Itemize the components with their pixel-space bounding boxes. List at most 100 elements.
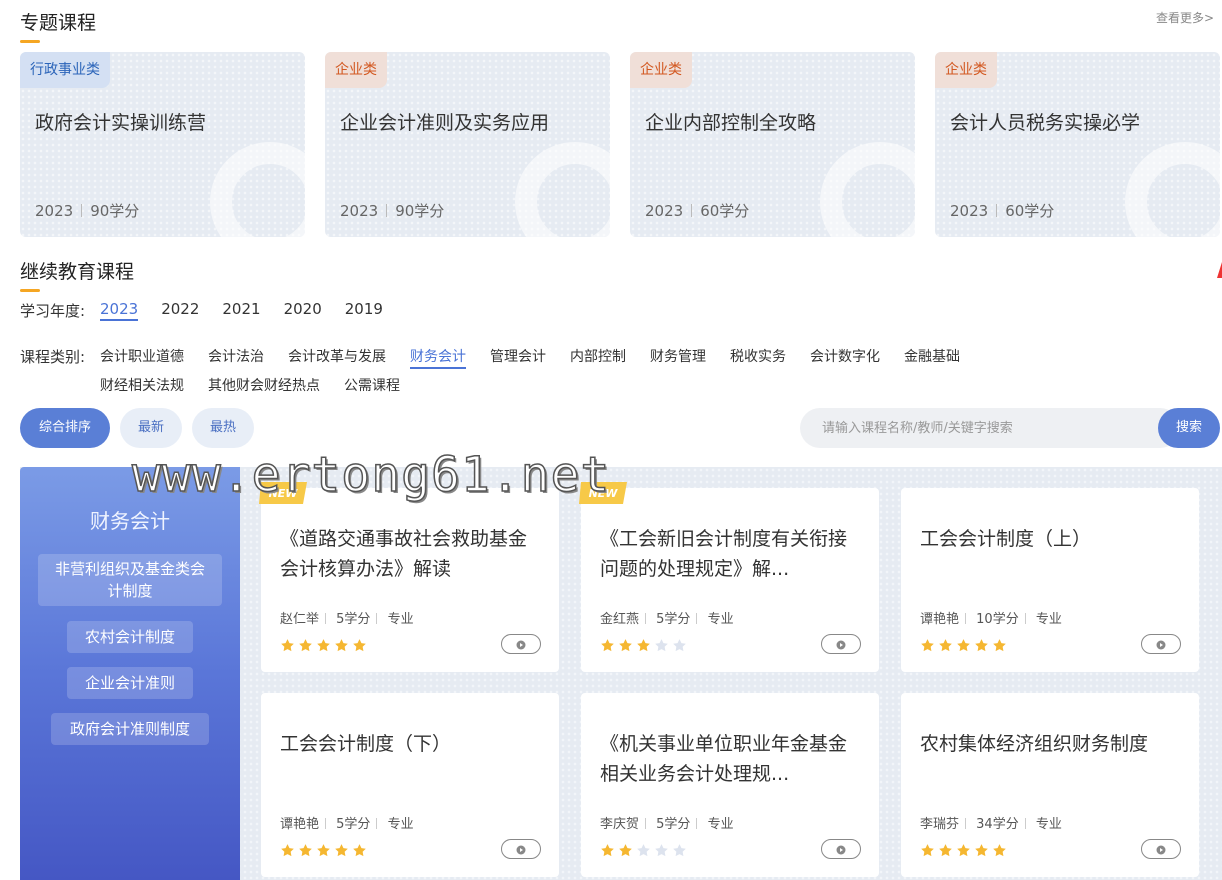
topic-credits: 90学分: [395, 202, 445, 220]
course-card[interactable]: NEW 《工会新旧会计制度有关衔接问题的处理规定》解... 金红燕 5学分 专业: [579, 482, 879, 672]
category-filter: 课程类别: 会计职业道德 会计法治 会计改革与发展 财务会计 管理会计 内部控制…: [20, 346, 1000, 395]
side-panel-title: 财务会计: [90, 509, 170, 533]
course-meta: 赵仁举 5学分 专业: [280, 608, 414, 627]
topic-credits: 60学分: [700, 202, 750, 220]
year-option-2023[interactable]: 2023: [100, 300, 139, 321]
play-button[interactable]: [821, 839, 861, 859]
category-option[interactable]: 会计职业道德: [100, 346, 184, 369]
category-option[interactable]: 财务管理: [650, 346, 706, 369]
star-filled-icon: [992, 638, 1007, 653]
course-card[interactable]: 农村集体经济组织财务制度 李瑞芬 34学分 专业: [901, 693, 1199, 877]
course-card[interactable]: 《机关事业单位职业年金基金相关业务会计处理规... 李庆贺 5学分 专业: [581, 693, 879, 877]
category-option[interactable]: 税收实务: [730, 346, 786, 369]
topic-card[interactable]: 企业类 企业内部控制全攻略 2023 60学分: [630, 52, 915, 237]
side-item-nonprofit[interactable]: 非营利组织及基金类会计制度: [38, 554, 222, 606]
search-button[interactable]: 搜索: [1158, 408, 1220, 448]
topic-credits: 60学分: [1005, 202, 1055, 220]
category-option[interactable]: 会计数字化: [810, 346, 880, 369]
play-button[interactable]: [1141, 634, 1181, 654]
course-level: 专业: [387, 817, 414, 832]
play-button[interactable]: [821, 634, 861, 654]
star-empty-icon: [672, 638, 687, 653]
topic-card[interactable]: 企业类 企业会计准则及实务应用 2023 90学分: [325, 52, 610, 237]
play-button[interactable]: [1141, 839, 1181, 859]
star-filled-icon: [956, 638, 971, 653]
course-card[interactable]: NEW 《道路交通事故社会救助基金会计核算办法》解读 赵仁举 5学分 专业: [259, 482, 559, 672]
topic-meta: 2023 90学分: [35, 200, 139, 221]
play-button[interactable]: [501, 839, 541, 859]
sort-hottest-button[interactable]: 最热: [192, 408, 254, 448]
topic-card[interactable]: 企业类 会计人员税务实操必学 2023 60学分: [935, 52, 1220, 237]
play-button[interactable]: [501, 634, 541, 654]
star-filled-icon: [974, 638, 989, 653]
course-level: 专业: [1035, 817, 1062, 832]
category-option[interactable]: 管理会计: [490, 346, 546, 369]
category-option[interactable]: 其他财会财经热点: [208, 375, 320, 395]
rating-stars: [280, 843, 367, 858]
star-filled-icon: [618, 638, 633, 653]
year-option-2019[interactable]: 2019: [345, 300, 383, 321]
search-input[interactable]: [800, 408, 1180, 448]
star-filled-icon: [280, 843, 295, 858]
rating-stars: [280, 638, 367, 653]
year-option-2021[interactable]: 2021: [222, 300, 260, 321]
topic-year: 2023: [645, 202, 684, 220]
star-filled-icon: [938, 843, 953, 858]
topic-title: 会计人员税务实操必学: [950, 112, 1141, 134]
year-filter: 学习年度: 2023 2022 2021 2020 2019: [20, 300, 406, 321]
title-underline: [20, 40, 40, 43]
category-option[interactable]: 内部控制: [570, 346, 626, 369]
star-filled-icon: [920, 638, 935, 653]
topic-tag: 企业类: [630, 52, 692, 88]
category-option[interactable]: 公需课程: [344, 375, 400, 395]
sort-newest-button[interactable]: 最新: [120, 408, 182, 448]
course-credits: 5学分: [656, 817, 691, 832]
category-option[interactable]: 金融基础: [904, 346, 960, 369]
view-more-link[interactable]: 查看更多>: [1156, 9, 1214, 26]
star-filled-icon: [956, 843, 971, 858]
star-filled-icon: [316, 843, 331, 858]
course-credits: 5学分: [656, 612, 691, 627]
topic-card[interactable]: 行政事业类 政府会计实操训练营 2023 90学分: [20, 52, 305, 237]
topic-credits: 90学分: [90, 202, 140, 220]
sort-comprehensive-button[interactable]: 综合排序: [20, 408, 110, 448]
topic-card-row: 行政事业类 政府会计实操训练营 2023 90学分 企业类 企业会计准则及实务应用…: [20, 52, 1220, 237]
course-card[interactable]: 工会会计制度（下） 谭艳艳 5学分 专业: [261, 693, 559, 877]
card-decoration: [210, 142, 305, 237]
category-option[interactable]: 会计改革与发展: [288, 346, 386, 369]
course-credits: 5学分: [336, 612, 371, 627]
star-filled-icon: [280, 638, 295, 653]
star-filled-icon: [618, 843, 633, 858]
category-option-active[interactable]: 财务会计: [410, 346, 466, 369]
category-option[interactable]: 财经相关法规: [100, 375, 184, 395]
card-decoration: [515, 142, 610, 237]
topic-section-title: 专题课程: [20, 8, 96, 43]
year-option-2022[interactable]: 2022: [161, 300, 199, 321]
side-item-government[interactable]: 政府会计准则制度: [51, 713, 209, 745]
course-teacher: 金红燕: [600, 612, 640, 627]
category-side-panel: 财务会计 非营利组织及基金类会计制度 农村会计制度 企业会计准则 政府会计准则制…: [20, 467, 240, 880]
side-item-enterprise[interactable]: 企业会计准则: [67, 667, 193, 699]
topic-tag: 企业类: [935, 52, 997, 88]
star-filled-icon: [316, 638, 331, 653]
course-card[interactable]: 工会会计制度（上） 谭艳艳 10学分 专业: [901, 488, 1199, 672]
course-teacher: 赵仁举: [280, 612, 320, 627]
course-title: 农村集体经济组织财务制度: [920, 733, 1149, 755]
course-title: 《工会新旧会计制度有关衔接问题的处理规定》解...: [600, 528, 848, 580]
category-option[interactable]: 会计法治: [208, 346, 264, 369]
course-title: 工会会计制度（下）: [280, 733, 452, 755]
course-credits: 34学分: [976, 817, 1019, 832]
side-item-rural[interactable]: 农村会计制度: [67, 621, 193, 653]
star-filled-icon: [992, 843, 1007, 858]
topic-year: 2023: [950, 202, 989, 220]
play-icon: [516, 840, 526, 859]
star-filled-icon: [920, 843, 935, 858]
topic-meta: 2023 90学分: [340, 200, 444, 221]
star-empty-icon: [672, 843, 687, 858]
course-level: 专业: [387, 612, 414, 627]
course-teacher: 谭艳艳: [920, 612, 960, 627]
course-level: 专业: [707, 817, 734, 832]
star-filled-icon: [974, 843, 989, 858]
year-option-2020[interactable]: 2020: [284, 300, 322, 321]
watermark-text: www.ertong61.net: [131, 446, 611, 504]
